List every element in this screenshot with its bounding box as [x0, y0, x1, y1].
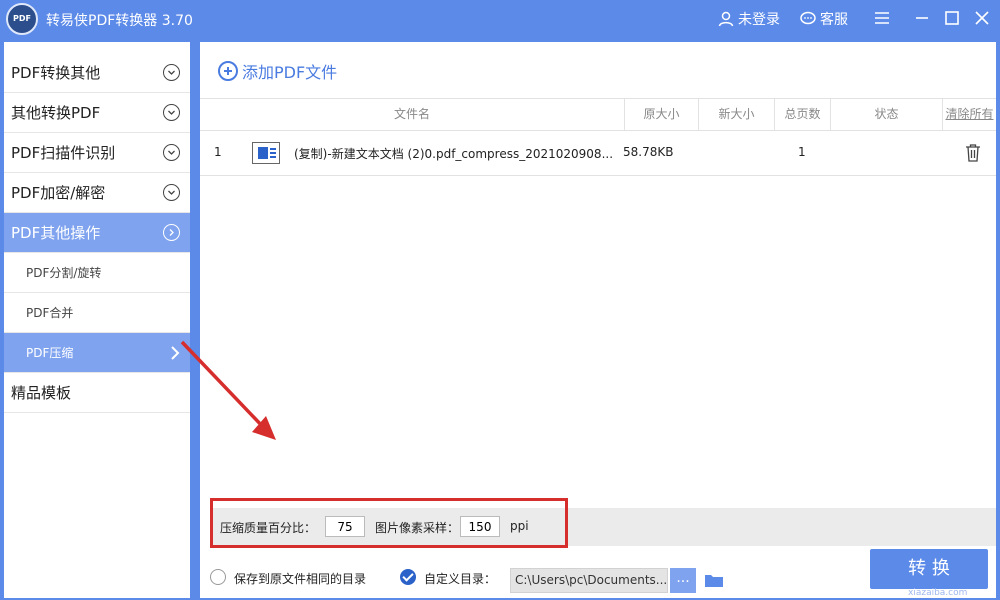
folder-icon[interactable]	[705, 573, 723, 587]
same-dir-label: 保存到原文件相同的目录	[234, 572, 367, 586]
sidebar-item-label: PDF转换其他	[11, 64, 101, 82]
ppi-label: 图片像素采样：	[375, 521, 460, 535]
app-title: 转易侠PDF转换器 3.70	[46, 13, 193, 29]
chevron-down-icon	[163, 184, 180, 201]
sidebar-item-label: PDF扫描件识别	[11, 144, 116, 162]
add-circle-icon	[218, 61, 238, 81]
same-dir-radio[interactable]	[210, 569, 226, 585]
sidebar-item-templates[interactable]: 精品模板	[4, 373, 190, 413]
app-logo: PDF	[6, 3, 38, 35]
watermark: xiazaiba.com	[908, 588, 968, 598]
pdf-file-icon	[252, 142, 280, 164]
close-icon[interactable]	[972, 8, 992, 28]
ppi-unit: ppi	[510, 519, 529, 533]
sidebar: PDF转换其他 其他转换PDF PDF扫描件识别 PDF加密/解密 PDF其他操…	[4, 42, 190, 598]
row-pages: 1	[798, 145, 806, 159]
quality-input[interactable]	[325, 516, 365, 537]
row-filename: (复制)-新建文本文档 (2)0.pdf_compress_2021020908…	[294, 147, 614, 161]
chevron-down-icon	[163, 144, 180, 161]
sidebar-subitem-label: PDF压缩	[26, 346, 74, 360]
sidebar-subitem-label: PDF合并	[26, 306, 74, 320]
quality-label: 压缩质量百分比：	[220, 521, 317, 535]
sidebar-subitem-label: PDF分割/旋转	[26, 266, 102, 280]
user-icon	[718, 11, 734, 27]
output-path-field[interactable]: C:\Users\pc\Documents...	[510, 568, 668, 593]
chevron-right-icon	[163, 224, 180, 241]
table-header: 文件名 原大小 新大小 总页数 状态 清除所有	[200, 98, 996, 131]
trash-icon[interactable]	[965, 144, 981, 162]
table-row[interactable]: 1 (复制)-新建文本文档 (2)0.pdf_compress_20210209…	[200, 131, 996, 176]
sidebar-subitem-merge[interactable]: PDF合并	[4, 293, 190, 333]
browse-button[interactable]: ...	[670, 568, 696, 593]
sidebar-subitem-split[interactable]: PDF分割/旋转	[4, 253, 190, 293]
sidebar-item-label: 其他转换PDF	[11, 104, 101, 122]
chat-icon	[800, 11, 816, 25]
service-button[interactable]: 客服	[800, 9, 848, 29]
compress-settings-bar: 压缩质量百分比： 图片像素采样： ppi	[210, 508, 996, 546]
add-pdf-button[interactable]: 添加PDF文件	[218, 59, 337, 83]
add-pdf-label: 添加PDF文件	[242, 63, 338, 82]
ppi-input[interactable]	[460, 516, 500, 537]
custom-dir-radio[interactable]	[400, 569, 416, 585]
row-orig-size: 58.78KB	[623, 145, 674, 159]
arrow-right-icon	[171, 346, 180, 360]
col-filename: 文件名	[393, 107, 430, 121]
sidebar-item-scan-ocr[interactable]: PDF扫描件识别	[4, 133, 190, 173]
chevron-down-icon	[163, 104, 180, 121]
sidebar-subitem-compress[interactable]: PDF压缩	[4, 333, 190, 373]
col-pages: 总页数	[774, 99, 830, 130]
custom-dir-label: 自定义目录：	[424, 572, 497, 586]
service-label: 客服	[820, 12, 848, 28]
login-label: 未登录	[738, 12, 780, 28]
sidebar-item-label: PDF其他操作	[11, 224, 101, 242]
sidebar-item-encrypt[interactable]: PDF加密/解密	[4, 173, 190, 213]
col-status: 状态	[830, 99, 942, 130]
clear-all-link[interactable]: 清除所有	[942, 99, 996, 130]
col-orig-size: 原大小	[624, 99, 698, 130]
col-new-size: 新大小	[698, 99, 774, 130]
sidebar-item-other-ops[interactable]: PDF其他操作	[4, 213, 190, 253]
convert-button[interactable]: 转 换	[870, 549, 988, 589]
sidebar-item-label: PDF加密/解密	[11, 184, 106, 202]
row-index: 1	[214, 145, 222, 159]
title-bar: PDF 转易侠PDF转换器 3.70 未登录 客服	[0, 0, 1000, 38]
menu-icon[interactable]	[872, 8, 892, 28]
sidebar-item-label: 精品模板	[11, 384, 72, 402]
main-panel: 添加PDF文件 文件名 原大小 新大小 总页数 状态 清除所有 1 (复制)-新…	[200, 42, 996, 598]
login-button[interactable]: 未登录	[718, 9, 780, 29]
sidebar-item-pdf-to-other[interactable]: PDF转换其他	[4, 53, 190, 93]
sidebar-item-other-to-pdf[interactable]: 其他转换PDF	[4, 93, 190, 133]
minimize-icon[interactable]	[912, 8, 932, 28]
chevron-down-icon	[163, 64, 180, 81]
maximize-icon[interactable]	[942, 8, 962, 28]
